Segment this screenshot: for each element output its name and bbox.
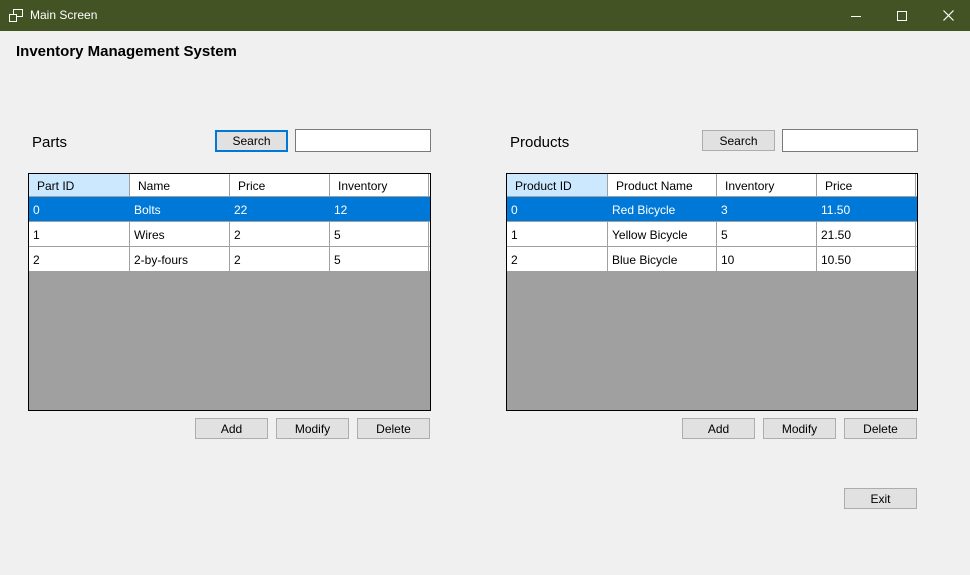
exit-button[interactable]: Exit <box>844 488 917 509</box>
cell: 2 <box>507 247 608 271</box>
products-col-price[interactable]: Price <box>817 174 916 196</box>
cell: Bolts <box>130 197 230 221</box>
app-icon <box>9 9 23 22</box>
table-row[interactable]: 1 Yellow Bicycle 5 21.50 <box>507 222 917 247</box>
parts-modify-button[interactable]: Modify <box>276 418 349 439</box>
cell: Blue Bicycle <box>608 247 717 271</box>
products-modify-button[interactable]: Modify <box>763 418 836 439</box>
cell: 10.50 <box>817 247 916 271</box>
table-row[interactable]: 2 Blue Bicycle 10 10.50 <box>507 247 917 272</box>
cell: 12 <box>330 197 429 221</box>
products-grid-header: Product ID Product Name Inventory Price <box>507 174 917 197</box>
table-row[interactable]: 0 Red Bicycle 3 11.50 <box>507 197 917 222</box>
parts-grid[interactable]: Part ID Name Price Inventory 0 Bolts 22 … <box>28 173 431 411</box>
cell: 10 <box>717 247 817 271</box>
table-row[interactable]: 2 2-by-fours 2 5 <box>29 247 430 272</box>
products-search-input[interactable] <box>782 129 918 152</box>
maximize-icon <box>897 10 907 21</box>
cell: 1 <box>507 222 608 246</box>
products-label: Products <box>510 134 570 151</box>
parts-col-inventory[interactable]: Inventory <box>330 174 429 196</box>
close-icon <box>942 10 954 21</box>
minimize-icon <box>851 15 861 17</box>
cell: Yellow Bicycle <box>608 222 717 246</box>
parts-col-price[interactable]: Price <box>230 174 330 196</box>
cell: 5 <box>330 247 429 271</box>
parts-search-input[interactable] <box>295 129 431 152</box>
cell: 2 <box>29 247 130 271</box>
cell: 0 <box>507 197 608 221</box>
cell: 2 <box>230 247 330 271</box>
title-bar[interactable]: Main Screen <box>0 0 970 31</box>
cell: 2-by-fours <box>130 247 230 271</box>
parts-label: Parts <box>32 134 68 151</box>
products-delete-button[interactable]: Delete <box>844 418 917 439</box>
cell: Wires <box>130 222 230 246</box>
cell: Red Bicycle <box>608 197 717 221</box>
products-col-product-name[interactable]: Product Name <box>608 174 717 196</box>
table-row[interactable]: 0 Bolts 22 12 <box>29 197 430 222</box>
parts-col-name[interactable]: Name <box>130 174 230 196</box>
page-title: Inventory Management System <box>16 43 237 60</box>
cell: 22 <box>230 197 330 221</box>
products-add-button[interactable]: Add <box>682 418 755 439</box>
products-grid[interactable]: Product ID Product Name Inventory Price … <box>506 173 918 411</box>
cell: 5 <box>330 222 429 246</box>
minimize-button[interactable] <box>833 0 879 31</box>
cell: 5 <box>717 222 817 246</box>
cell: 1 <box>29 222 130 246</box>
cell: 21.50 <box>817 222 916 246</box>
window-title: Main Screen <box>30 8 98 22</box>
products-col-inventory[interactable]: Inventory <box>717 174 817 196</box>
cell: 3 <box>717 197 817 221</box>
parts-search-button[interactable]: Search <box>215 130 288 152</box>
cell: 0 <box>29 197 130 221</box>
parts-add-button[interactable]: Add <box>195 418 268 439</box>
cell: 2 <box>230 222 330 246</box>
parts-grid-header: Part ID Name Price Inventory <box>29 174 430 197</box>
parts-col-part-id[interactable]: Part ID <box>29 174 130 196</box>
table-row[interactable]: 1 Wires 2 5 <box>29 222 430 247</box>
close-button[interactable] <box>925 0 970 31</box>
maximize-button[interactable] <box>879 0 925 31</box>
products-search-button[interactable]: Search <box>702 130 775 151</box>
parts-delete-button[interactable]: Delete <box>357 418 430 439</box>
products-col-product-id[interactable]: Product ID <box>507 174 608 196</box>
cell: 11.50 <box>817 197 916 221</box>
